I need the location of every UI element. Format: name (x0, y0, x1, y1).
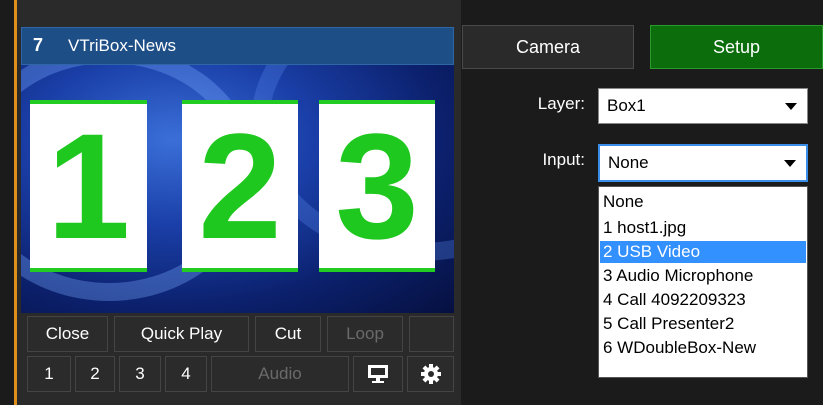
chevron-down-icon (785, 103, 797, 110)
quick-play-button[interactable]: Quick Play (114, 316, 249, 352)
dropdown-option[interactable]: 3 Audio Microphone (600, 265, 806, 287)
cut-button[interactable]: Cut (255, 316, 321, 352)
preview-tile-number: 1 (46, 102, 131, 270)
active-border (14, 0, 17, 405)
overlay-2-button[interactable]: 2 (75, 356, 115, 392)
dropdown-option[interactable]: 5 Call Presenter2 (600, 313, 806, 335)
input-title-bar[interactable]: 7 VTriBox-News (21, 27, 454, 65)
monitor-icon (368, 365, 388, 383)
dropdown-option[interactable]: None (600, 191, 806, 213)
settings-button[interactable] (407, 356, 454, 392)
dropdown-option[interactable]: 4 Call 4092209323 (600, 289, 806, 311)
input-name: VTriBox-News (68, 36, 176, 55)
close-button[interactable]: Close (27, 316, 108, 352)
layer-select[interactable]: Box1 (598, 88, 808, 124)
layer-select-value: Box1 (607, 96, 646, 115)
loop-button[interactable]: Loop (327, 316, 403, 352)
overlay-4-button[interactable]: 4 (165, 356, 207, 392)
input-dropdown-list: None 1 host1.jpg 2 USB Video 3 Audio Mic… (598, 186, 808, 378)
input-label: Input: (542, 150, 585, 169)
chevron-down-icon (784, 160, 796, 167)
audio-button[interactable]: Audio (211, 356, 349, 392)
overlay-3-button[interactable]: 3 (119, 356, 161, 392)
preview-tile: 3 (319, 100, 435, 272)
input-number: 7 (33, 35, 44, 55)
monitor-button[interactable] (353, 356, 403, 392)
dropdown-option[interactable]: 1 host1.jpg (600, 217, 806, 239)
layer-label: Layer: (537, 94, 585, 113)
preview-tile-number: 3 (335, 102, 419, 270)
input-select[interactable]: None (598, 144, 808, 182)
preview-tile-number: 2 (198, 102, 282, 270)
input-select-value: None (608, 153, 649, 172)
preview-tile: 1 (30, 100, 147, 272)
dropdown-option[interactable]: 6 WDoubleBox-New (600, 337, 806, 359)
tab-setup[interactable]: Setup (650, 25, 823, 69)
preview-tile: 2 (182, 100, 298, 272)
gear-icon (421, 364, 441, 384)
input-preview[interactable]: 1 2 3 (21, 65, 454, 313)
empty-button (409, 316, 454, 352)
overlay-1-button[interactable]: 1 (27, 356, 71, 392)
tab-camera[interactable]: Camera (462, 25, 634, 69)
dropdown-option-highlighted[interactable]: 2 USB Video (600, 241, 806, 263)
